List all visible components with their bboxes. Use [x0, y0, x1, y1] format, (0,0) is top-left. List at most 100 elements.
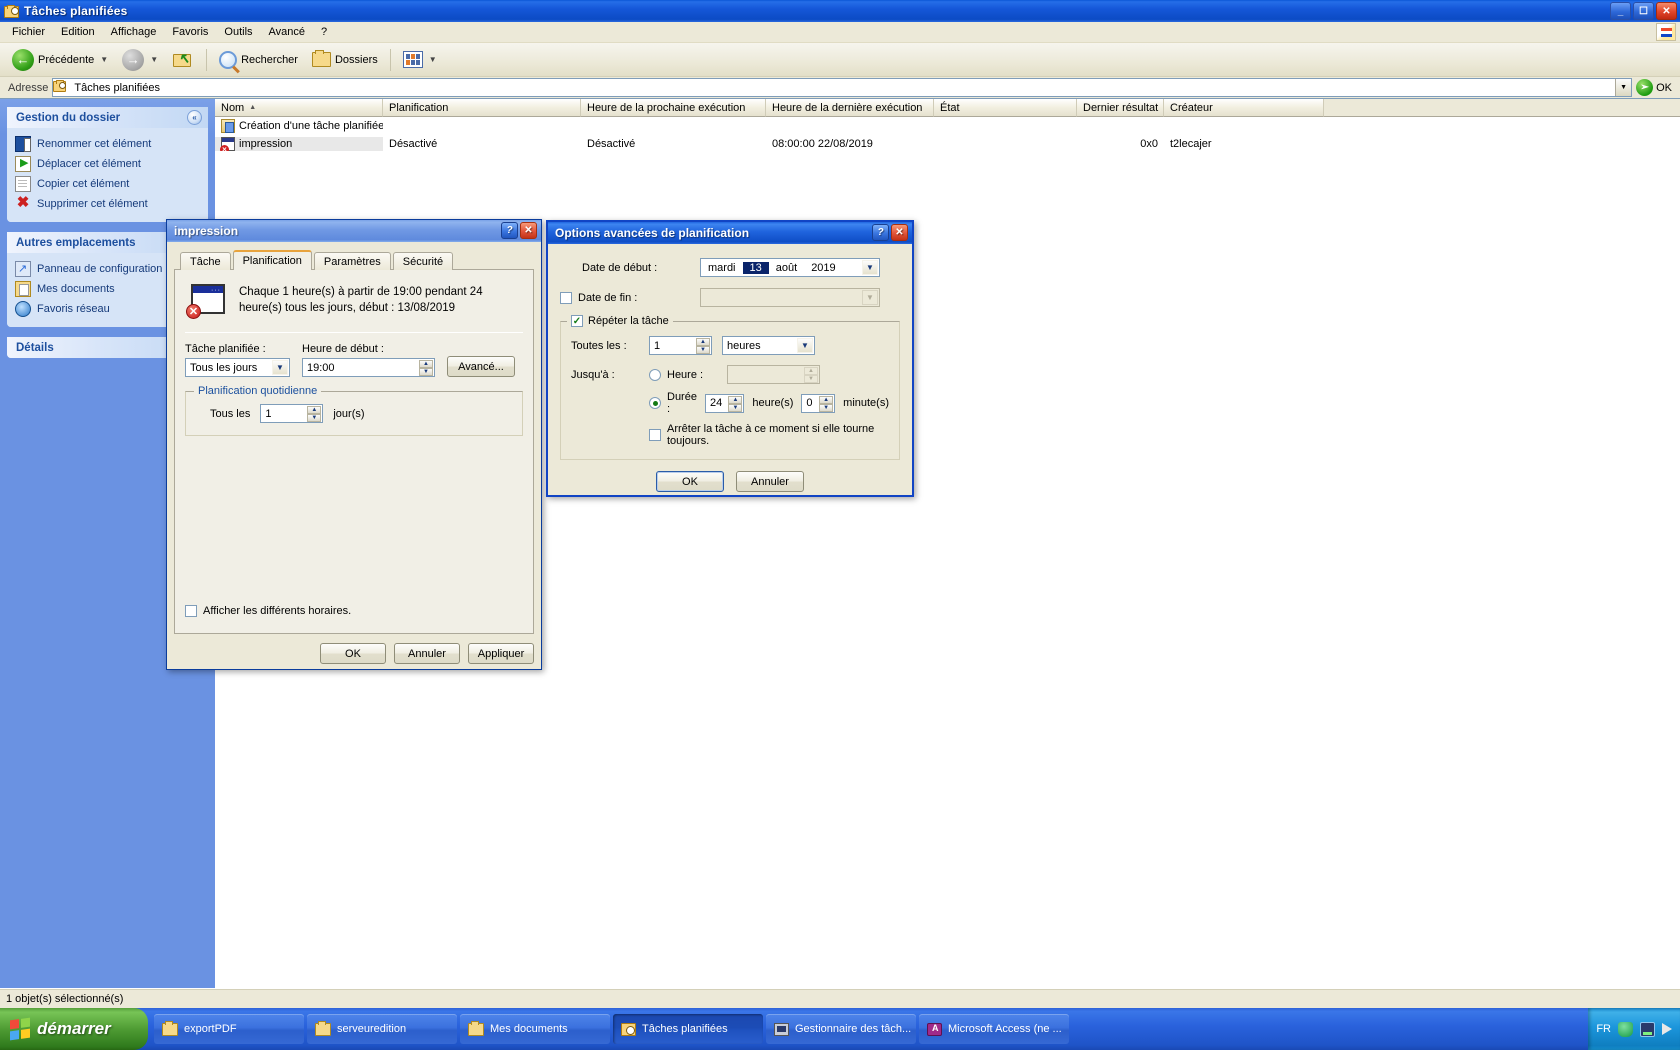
stop-task-checkbox[interactable]	[649, 429, 661, 441]
until-time-radio[interactable]	[649, 368, 661, 381]
start-date-month[interactable]: août	[769, 262, 804, 274]
duration-minutes-input[interactable]: 0 ▲ ▼	[801, 393, 836, 413]
taskbar-item-microsoft-access[interactable]: Microsoft Access (ne ...	[919, 1014, 1069, 1044]
tab-planification[interactable]: Planification	[232, 250, 312, 270]
stop-task-row[interactable]: Arrêter la tâche à ce moment si elle tou…	[571, 423, 889, 447]
spinner-icon[interactable]: ▲ ▼	[419, 360, 433, 376]
search-label: Rechercher	[241, 53, 298, 66]
chevron-down-icon[interactable]: ▼	[150, 55, 158, 64]
help-button[interactable]: ?	[872, 224, 889, 241]
start-date-weekday[interactable]: mardi	[701, 262, 743, 274]
every-days-input[interactable]: 1 ▲ ▼	[260, 404, 324, 423]
sidebar-item-rename[interactable]: Renommer cet élément	[15, 134, 204, 154]
repeat-task-checkbox[interactable]: ✓	[571, 315, 583, 327]
tab-parametres[interactable]: Paramètres	[313, 252, 391, 270]
end-date-checkbox[interactable]	[560, 291, 572, 304]
help-button[interactable]: ?	[501, 222, 518, 239]
search-button[interactable]: Rechercher	[213, 49, 304, 71]
duration-hours-input[interactable]: 24 ▲ ▼	[704, 393, 745, 413]
schedule-type-select[interactable]: Tous les jours ▼	[185, 358, 290, 377]
back-button[interactable]: ← Précédente ▼	[6, 47, 114, 73]
spinner-icon[interactable]: ▲ ▼	[728, 395, 743, 412]
repeat-interval-input[interactable]: 1 ▲ ▼	[649, 336, 712, 355]
ok-button[interactable]: OK	[320, 643, 386, 664]
minimize-button[interactable]: _	[1610, 2, 1631, 20]
sidebar-item-delete[interactable]: ✖ Supprimer cet élément	[15, 194, 204, 214]
windows-flag-icon	[1656, 23, 1676, 41]
start-time-input[interactable]: 19:00 ▲ ▼	[302, 358, 435, 377]
menu-edition[interactable]: Edition	[53, 24, 103, 40]
chevron-down-icon[interactable]: ▼	[272, 360, 288, 375]
column-header-createur[interactable]: Créateur	[1164, 99, 1324, 117]
end-date-toggle[interactable]: Date de fin :	[560, 291, 700, 304]
table-row[interactable]: impression Désactivé Désactivé 08:00:00 …	[215, 135, 1680, 153]
network-icon[interactable]	[1640, 1021, 1655, 1037]
menu-affichage[interactable]: Affichage	[103, 24, 165, 40]
tab-tache[interactable]: Tâche	[180, 252, 231, 270]
language-indicator[interactable]: FR	[1596, 1023, 1611, 1035]
toolbar: ← Précédente ▼ → ▼ ↖ Rechercher Dossiers…	[0, 43, 1680, 77]
taskbar-item-serveuredition[interactable]: serveuredition	[307, 1014, 457, 1044]
folders-button[interactable]: Dossiers	[306, 50, 384, 69]
address-dropdown-icon[interactable]: ▼	[1615, 79, 1632, 96]
sidebar-item-copy[interactable]: Copier cet élément	[15, 174, 204, 194]
column-header-last-run[interactable]: Heure de la dernière exécution	[766, 99, 934, 117]
chevron-down-icon[interactable]: ▼	[100, 55, 108, 64]
apply-button[interactable]: Appliquer	[468, 643, 534, 664]
volume-icon[interactable]	[1662, 1023, 1672, 1035]
forward-button[interactable]: → ▼	[116, 47, 164, 73]
advanced-button[interactable]: Avancé...	[447, 356, 515, 377]
maximize-button[interactable]: ☐	[1633, 2, 1654, 20]
table-row[interactable]: Création d'une tâche planifiée	[215, 117, 1680, 135]
taskbar-item-exportpdf[interactable]: exportPDF	[154, 1014, 304, 1044]
close-button[interactable]: ✕	[1656, 2, 1677, 20]
tab-securite[interactable]: Sécurité	[392, 252, 454, 270]
start-date-day[interactable]: 13	[742, 261, 769, 274]
repeat-task-header[interactable]: ✓ Répéter la tâche	[567, 315, 673, 327]
go-button[interactable]: ➢ OK	[1636, 79, 1678, 96]
address-input[interactable]: Tâches planifiées ▼	[52, 78, 1633, 97]
chevron-up-icon[interactable]: «	[187, 110, 202, 125]
repeat-unit-select[interactable]: heures ▼	[722, 336, 815, 355]
close-button[interactable]: ✕	[891, 224, 908, 241]
shield-icon[interactable]	[1618, 1021, 1633, 1037]
column-header-next-run[interactable]: Heure de la prochaine exécution	[581, 99, 766, 117]
up-button[interactable]: ↖	[166, 48, 200, 72]
spinner-icon[interactable]: ▲ ▼	[819, 395, 834, 412]
spinner-icon[interactable]: ▲ ▼	[696, 338, 710, 354]
start-date-year[interactable]: 2019	[804, 262, 842, 274]
taskbar-item-gestionnaire-taches[interactable]: Gestionnaire des tâch...	[766, 1014, 916, 1044]
chevron-down-icon[interactable]: ▼	[862, 260, 878, 275]
sidebar-item-label: Renommer cet élément	[37, 138, 152, 150]
column-header-planification[interactable]: Planification	[383, 99, 581, 117]
taskbar-item-taches-planifiees[interactable]: Tâches planifiées	[613, 1014, 763, 1044]
sidebar-panel-header[interactable]: Gestion du dossier «	[7, 107, 208, 128]
start-button[interactable]: démarrer	[0, 1008, 148, 1050]
chevron-down-icon[interactable]: ▼	[797, 338, 813, 353]
menu-help[interactable]: ?	[313, 24, 335, 40]
duration-radio[interactable]	[649, 397, 661, 409]
until-time-radio-row[interactable]: Heure :	[649, 368, 717, 381]
close-button[interactable]: ✕	[520, 222, 537, 239]
taskbar-item-label: Gestionnaire des tâch...	[795, 1023, 912, 1035]
spinner-icon[interactable]: ▲ ▼	[307, 406, 322, 422]
column-header-nom[interactable]: Nom ▲	[215, 99, 383, 117]
menu-avance[interactable]: Avancé	[261, 24, 314, 40]
menu-favoris[interactable]: Favoris	[164, 24, 216, 40]
views-button[interactable]: ▼	[397, 49, 443, 70]
start-date-field[interactable]: mardi 13 août 2019 ▼	[700, 258, 880, 277]
column-header-last-result[interactable]: Dernier résultat	[1077, 99, 1164, 117]
chevron-down-icon[interactable]: ▼	[429, 55, 437, 64]
column-header-etat[interactable]: État	[934, 99, 1077, 117]
menu-fichier[interactable]: Fichier	[4, 24, 53, 40]
show-multiple-schedules-row[interactable]: Afficher les différents horaires.	[185, 605, 523, 617]
sidebar-item-move[interactable]: Déplacer cet élément	[15, 154, 204, 174]
menu-outils[interactable]: Outils	[216, 24, 260, 40]
taskbar-item-mes-documents[interactable]: Mes documents	[460, 1014, 610, 1044]
ok-button[interactable]: OK	[656, 471, 724, 492]
duration-radio-row[interactable]: Durée :	[649, 391, 697, 415]
cancel-button[interactable]: Annuler	[394, 643, 460, 664]
cell-name: Création d'une tâche planifiée	[215, 119, 383, 133]
show-multiple-schedules-checkbox[interactable]	[185, 605, 197, 617]
cancel-button[interactable]: Annuler	[736, 471, 804, 492]
